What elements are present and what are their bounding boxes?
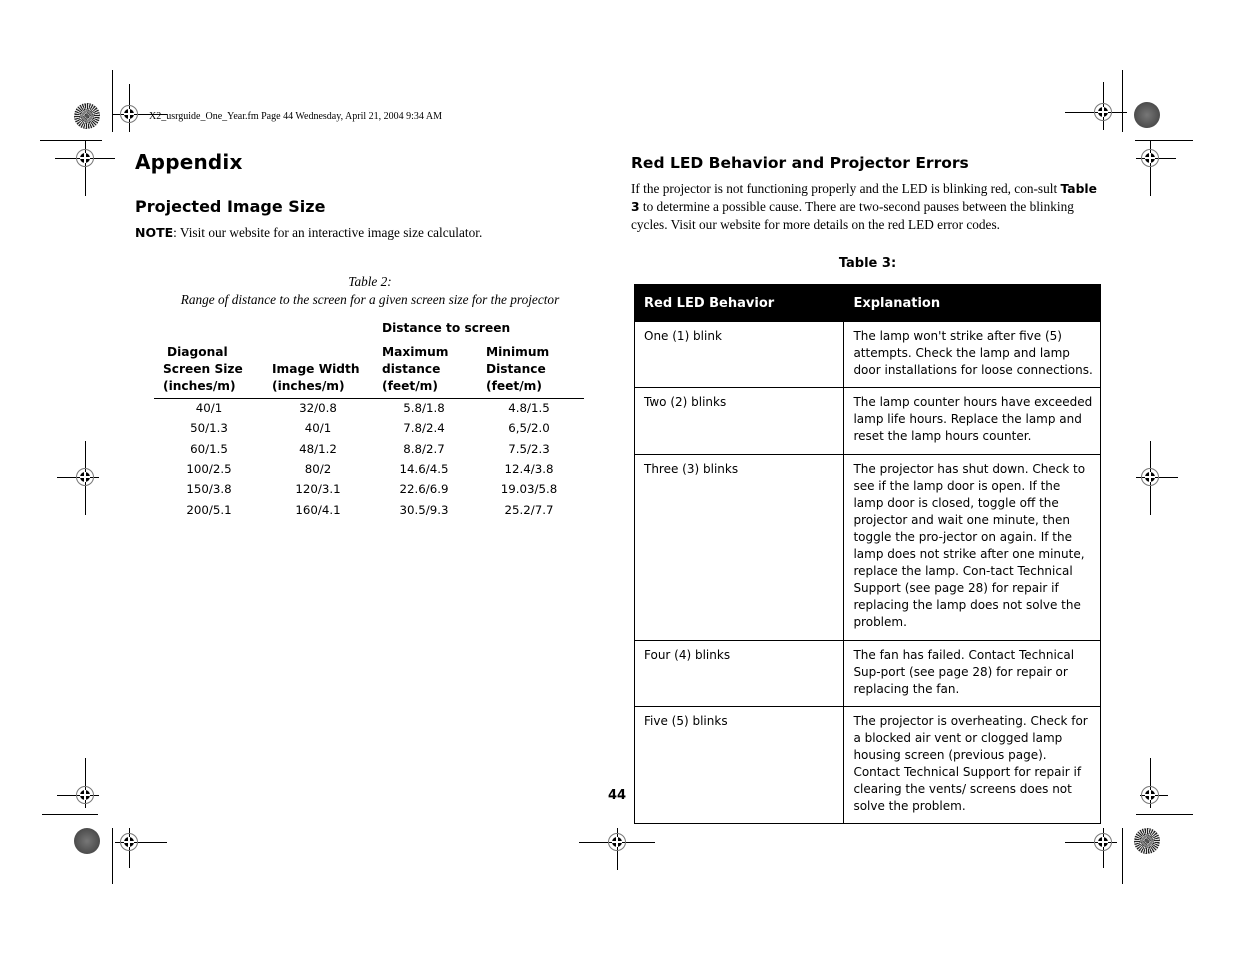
table3-row: Five (5) blinks The projector is overheat… [633,705,1101,825]
table2-cell: 40/1 [304,421,332,436]
crop-mark [1135,140,1193,141]
table2-cell: 100/2.5 [186,461,232,476]
crop-mark [40,140,102,141]
header-line: Diagonal [167,345,228,359]
table3: Red LED Behavior Explanation One (1) bli… [633,284,1101,825]
table3-caption: Table 3: [838,256,897,271]
led-behavior-cell: Three (3) blinks [633,453,845,641]
starburst-target-icon [1134,828,1160,854]
explanation-cell: The fan has failed. Contact Technical Su… [843,639,1101,707]
file-slug: X2_usrguide_One_Year.fm Page 44 Wednesda… [149,111,442,122]
led-behavior-cell: Four (4) blinks [633,639,845,707]
table2-cell: 160/4.1 [295,502,341,517]
table2-cell: 200/5.1 [186,502,232,517]
header-line: Image Width [272,362,360,376]
explanation-cell: The lamp won't strike after five (5) att… [843,320,1101,389]
table2-cell: 32/0.8 [299,401,337,415]
table2-header-image-width: Image Width (inches/m) [272,361,360,395]
table2-cell: 7.8/2.4 [403,421,445,436]
explanation-cell: The lamp counter hours have exceeded lam… [843,387,1101,455]
note: NOTE: Visit our website for an interacti… [135,225,482,241]
crop-mark [1122,70,1123,132]
header-line: (inches/m) [163,379,236,393]
header-line: distance [382,362,441,376]
crop-mark [42,814,98,815]
paragraph-text: to determine a possible cause. There are… [631,199,1074,233]
header-line: (feet/m) [382,379,438,393]
table2-cell: 19.03/5.8 [500,482,558,497]
crop-mark [112,828,113,884]
section-title-projected-image-size: Projected Image Size [135,197,326,216]
led-behavior-cell: One (1) blink [633,320,845,389]
table3-header-row: Red LED Behavior Explanation [633,284,1101,322]
table2-cell: 22.6/6.9 [399,482,449,497]
crop-mark [1136,814,1193,815]
header-line: (feet/m) [486,379,542,393]
header-line: Distance [486,362,546,376]
table3-header-explanation: Explanation [843,284,1101,322]
table2-cell: 14.6/4.5 [399,461,449,476]
crop-mark [1122,828,1123,884]
table2-cell: 12.4/3.8 [504,461,554,476]
table2-cell: 120/3.1 [295,482,341,497]
header-line: Screen Size [163,362,243,376]
table3-row: Three (3) blinks The projector has shut d… [633,453,1101,641]
header-line: Minimum [486,345,550,359]
led-behavior-cell: Two (2) blinks [633,387,845,455]
table2-cell: 5.8/1.8 [403,401,445,415]
crop-mark [112,70,113,132]
table3-body: One (1) blink The lamp won't strike after… [633,320,1101,825]
explanation-cell: The projector has shut down. Check to se… [843,453,1101,641]
table2-cell: 6,5/2.0 [508,421,550,436]
page-title: Appendix [135,150,243,174]
solid-target-icon [1134,102,1160,128]
starburst-target-icon [74,103,100,129]
table2-header-rule [154,398,584,399]
table3-row: Four (4) blinks The fan has failed. Conta… [633,639,1101,707]
table3-header-behavior: Red LED Behavior [633,284,845,322]
table2-header-maximum-distance: Maximum distance (feet/m) [382,344,448,395]
note-text: : Visit our website for an interactive i… [173,225,483,240]
solid-target-icon [74,828,100,854]
page-number: 44 [607,788,627,803]
table2-cell: 30.5/9.3 [399,502,449,517]
table2-cell: 60/1.5 [190,441,228,456]
table2-caption-description: Range of distance to the screen for a gi… [180,292,560,307]
table2-cell: 4.8/1.5 [508,401,550,415]
section-title-red-led: Red LED Behavior and Projector Errors [631,154,969,172]
table2-cell: 150/3.8 [186,482,232,497]
led-behavior-cell: Five (5) blinks [633,705,845,825]
intro-paragraph: If the projector is not functioning prop… [631,180,1101,234]
header-line: (inches/m) [272,379,345,393]
table2-cell: 25.2/7.7 [504,502,554,517]
table2-cell: 40/1 [195,401,223,415]
table2-caption-title: Table 2: [348,274,392,289]
table2-cell: 7.5/2.3 [508,441,550,456]
explanation-cell: The projector is overheating. Check for … [843,705,1101,825]
table2-cell: 80/2 [304,461,332,476]
table2-cell: 50/1.3 [190,421,228,436]
table2-header-diagonal: Diagonal Screen Size (inches/m) [163,344,243,395]
table2-cell: 48/1.2 [299,441,337,456]
table3-row: Two (2) blinks The lamp counter hours hav… [633,387,1101,455]
note-label: NOTE [135,225,174,240]
table2-header-minimum-distance: Minimum Distance (feet/m) [486,344,549,395]
paragraph-text: If the projector is not functioning prop… [631,181,1061,196]
header-line: Maximum [382,345,449,359]
table3-row: One (1) blink The lamp won't strike after… [633,320,1101,389]
table2-group-header: Distance to screen [382,321,511,335]
table2-cell: 8.8/2.7 [403,441,445,456]
